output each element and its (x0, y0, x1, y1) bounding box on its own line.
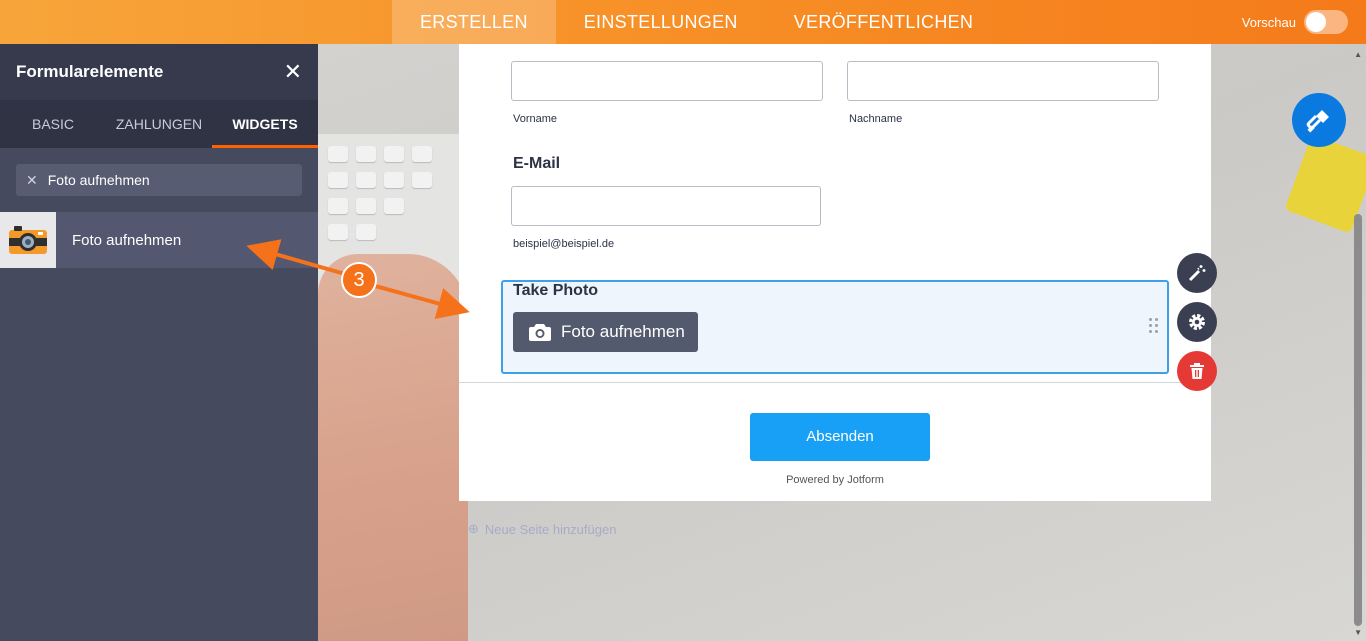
sidebar-header: Formularelemente ✕ (0, 44, 318, 100)
page-divider (459, 382, 1211, 383)
submit-button[interactable]: Absenden (750, 413, 930, 461)
widget-item-foto-aufnehmen[interactable]: Foto aufnehmen (0, 212, 318, 268)
take-photo-button-label: Foto aufnehmen (561, 322, 685, 341)
step-badge: 3 (341, 262, 377, 298)
take-photo-button[interactable]: Foto aufnehmen (513, 312, 698, 352)
form-elements-sidebar: Formularelemente ✕ BASIC ZAHLUNGEN WIDGE… (0, 44, 318, 641)
clear-search-icon[interactable]: ✕ (26, 172, 38, 189)
toggle-knob (1306, 12, 1326, 32)
scroll-up-icon[interactable]: ▲ (1354, 50, 1362, 59)
take-photo-label: Take Photo (513, 282, 599, 299)
first-name-field[interactable] (511, 61, 823, 101)
tab-veroeffentlichen[interactable]: VERÖFFENTLICHEN (766, 0, 1002, 44)
plus-circle-icon: ⊕ (468, 521, 479, 536)
background-hand (318, 254, 468, 641)
paint-roller-icon (1306, 110, 1329, 133)
preview-control: Vorschau (1242, 10, 1348, 34)
trash-icon (1190, 363, 1204, 379)
last-name-sublabel: Nachname (849, 113, 903, 125)
tab-einstellungen[interactable]: EINSTELLUNGEN (556, 0, 766, 44)
tab-zahlungen[interactable]: ZAHLUNGEN (106, 100, 212, 148)
top-nav: ERSTELLEN EINSTELLUNGEN VERÖFFENTLICHEN (392, 0, 1001, 44)
email-label: E-Mail (513, 155, 561, 172)
settings-button[interactable] (1177, 302, 1217, 342)
magic-wand-icon (1188, 265, 1206, 282)
search-value: Foto aufnehmen (47, 172, 150, 188)
tab-erstellen[interactable]: ERSTELLEN (392, 0, 556, 44)
email-sublabel: beispiel@beispiel.de (513, 238, 615, 250)
widget-item-label: Foto aufnehmen (72, 231, 182, 249)
powered-by[interactable]: Powered by Jotform (459, 474, 1211, 486)
add-page-link[interactable]: ⊕ Neue Seite hinzufügen (468, 521, 616, 537)
form-card: Vorname Nachname E-Mail beispiel@beispie… (459, 44, 1211, 501)
first-name-sublabel: Vorname (513, 113, 558, 125)
scrollbar[interactable] (1354, 214, 1362, 626)
close-icon[interactable]: ✕ (284, 61, 302, 83)
preview-label: Vorschau (1241, 14, 1296, 30)
sidebar-title: Formularelemente (16, 62, 164, 81)
add-page-label: Neue Seite hinzufügen (484, 521, 617, 537)
top-bar: ERSTELLEN EINSTELLUNGEN VERÖFFENTLICHEN … (0, 0, 1366, 44)
form-designer-button[interactable] (1292, 93, 1346, 147)
sidebar-tabs: BASIC ZAHLUNGEN WIDGETS (0, 100, 318, 148)
camera-icon (0, 212, 56, 268)
last-name-field[interactable] (847, 61, 1159, 101)
tab-basic[interactable]: BASIC (0, 100, 106, 148)
wand-button[interactable] (1177, 253, 1217, 293)
scroll-down-icon[interactable]: ▼ (1354, 628, 1362, 637)
camera-icon (529, 324, 551, 341)
drag-handle-icon[interactable] (1149, 318, 1159, 334)
take-photo-field[interactable]: Take Photo Foto aufnehmen (501, 280, 1169, 374)
tab-widgets[interactable]: WIDGETS (212, 100, 318, 148)
preview-toggle[interactable] (1304, 10, 1348, 34)
gear-icon (1189, 314, 1205, 330)
delete-button[interactable] (1177, 351, 1217, 391)
widget-search-input[interactable]: ✕ Foto aufnehmen (16, 164, 302, 196)
email-field[interactable] (511, 186, 821, 226)
